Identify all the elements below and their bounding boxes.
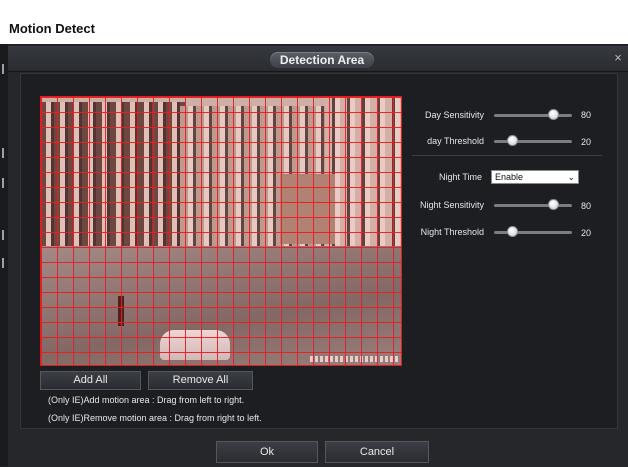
add-all-button[interactable]: Add All: [40, 371, 141, 390]
edge-mark: [2, 178, 4, 188]
window-title: Motion Detect: [9, 21, 95, 36]
day-sensitivity-label: Day Sensitivity: [424, 110, 484, 120]
night-time-select[interactable]: Enable ⌄: [491, 170, 579, 184]
chevron-down-icon: ⌄: [567, 172, 575, 182]
night-sensitivity-slider[interactable]: [494, 199, 572, 211]
dialog-title: Detection Area: [270, 52, 374, 68]
hint-remove-area: (Only IE)Remove motion area : Drag from …: [48, 413, 262, 423]
night-time-selected: Enable: [495, 172, 524, 182]
edge-mark: [2, 258, 4, 268]
cancel-button[interactable]: Cancel: [325, 441, 429, 463]
slider-thumb[interactable]: [548, 109, 559, 120]
settings-divider: [412, 155, 602, 156]
slider-track: [494, 231, 572, 234]
remove-all-button[interactable]: Remove All: [148, 371, 253, 390]
window-header: Motion Detect: [0, 0, 628, 44]
slider-thumb[interactable]: [548, 199, 559, 210]
night-sensitivity-value: 80: [581, 201, 592, 211]
slider-thumb[interactable]: [507, 226, 518, 237]
dialog-header: Detection Area ×: [8, 47, 628, 72]
hint-add-area: (Only IE)Add motion area : Drag from lef…: [48, 395, 245, 405]
camera-preview: [40, 96, 402, 366]
motion-detection-grid[interactable]: [40, 96, 402, 366]
night-time-label: Night Time: [438, 172, 482, 182]
slider-track: [494, 140, 572, 143]
day-sensitivity-value: 80: [581, 110, 592, 120]
slider-track: [494, 114, 572, 117]
edge-mark: [2, 148, 4, 158]
slider-track: [494, 204, 572, 207]
night-threshold-slider[interactable]: [494, 226, 572, 238]
edge-mark: [2, 64, 4, 74]
night-threshold-label: Night Threshold: [420, 227, 484, 237]
day-threshold-slider[interactable]: [494, 135, 572, 147]
night-threshold-value: 20: [581, 228, 592, 238]
night-sensitivity-label: Night Sensitivity: [419, 200, 484, 210]
edge-mark: [2, 230, 4, 240]
day-threshold-label: day Threshold: [427, 136, 484, 146]
day-threshold-value: 20: [581, 137, 592, 147]
close-icon[interactable]: ×: [612, 51, 624, 65]
day-sensitivity-slider[interactable]: [494, 109, 572, 121]
background-page-edge: [0, 44, 8, 466]
slider-thumb[interactable]: [507, 135, 518, 146]
ok-button[interactable]: Ok: [216, 441, 318, 463]
